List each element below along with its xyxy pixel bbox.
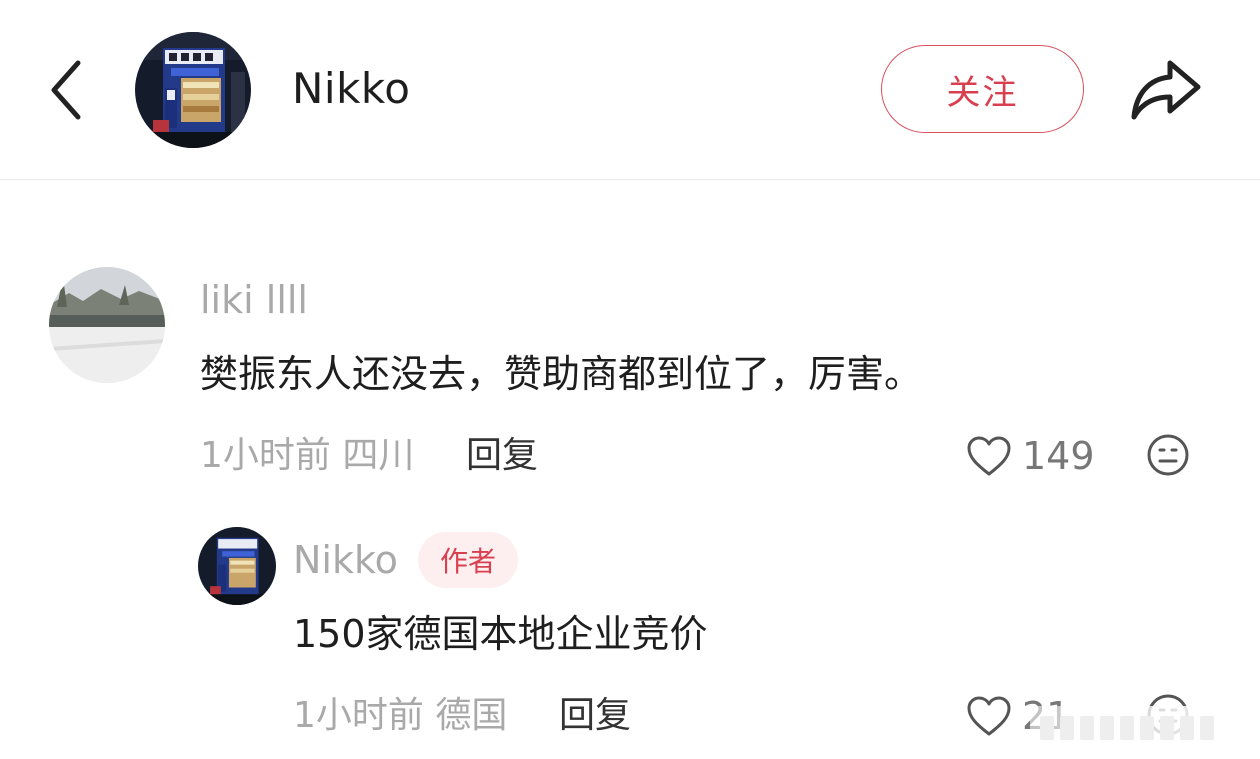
neutral-face-icon	[1147, 434, 1189, 476]
reply-reply-button[interactable]: 回复	[559, 692, 631, 740]
reply-button[interactable]: 回复	[466, 432, 538, 480]
react-button[interactable]	[1146, 433, 1190, 477]
comment-thread-page: Nikko 关注 liki llll 樊振东人还没去，赞助商都到位了，厉害。 1…	[0, 0, 1260, 759]
heart-icon	[967, 436, 1011, 476]
reply-location: 德国	[435, 695, 508, 736]
watermark-glyphs	[1040, 716, 1220, 740]
reply-text: 150家德国本地企业竞价	[293, 612, 708, 656]
comment-time: 1小时前	[200, 435, 331, 476]
header-username[interactable]: Nikko	[292, 58, 410, 120]
shop-photo-icon	[135, 32, 251, 148]
share-arrow-icon	[1131, 60, 1201, 120]
commenter-username[interactable]: liki llll	[200, 276, 308, 324]
reply-username[interactable]: Nikko	[293, 536, 398, 584]
comment-meta: 1小时前 四川	[200, 432, 414, 480]
like-count: 149	[1022, 434, 1095, 478]
reply-time: 1小时前	[293, 695, 424, 736]
snow-landscape-icon	[49, 267, 165, 383]
top-bar: Nikko 关注	[0, 0, 1260, 180]
comment-text: 樊振东人还没去，赞助商都到位了，厉害。	[200, 352, 923, 396]
back-button[interactable]	[36, 52, 96, 128]
follow-button[interactable]: 关注	[881, 45, 1084, 133]
chevron-left-icon	[51, 60, 81, 120]
author-badge: 作者	[418, 532, 518, 588]
like-button[interactable]: 149	[966, 430, 1095, 482]
comment-location: 四川	[342, 435, 415, 476]
commenter-avatar[interactable]	[49, 267, 165, 383]
reply-meta: 1小时前 德国	[293, 692, 507, 740]
heart-icon	[967, 696, 1011, 736]
shop-photo-icon	[198, 527, 276, 605]
reply-author-avatar[interactable]	[198, 527, 276, 605]
author-avatar[interactable]	[135, 32, 251, 148]
share-button[interactable]	[1124, 52, 1208, 126]
